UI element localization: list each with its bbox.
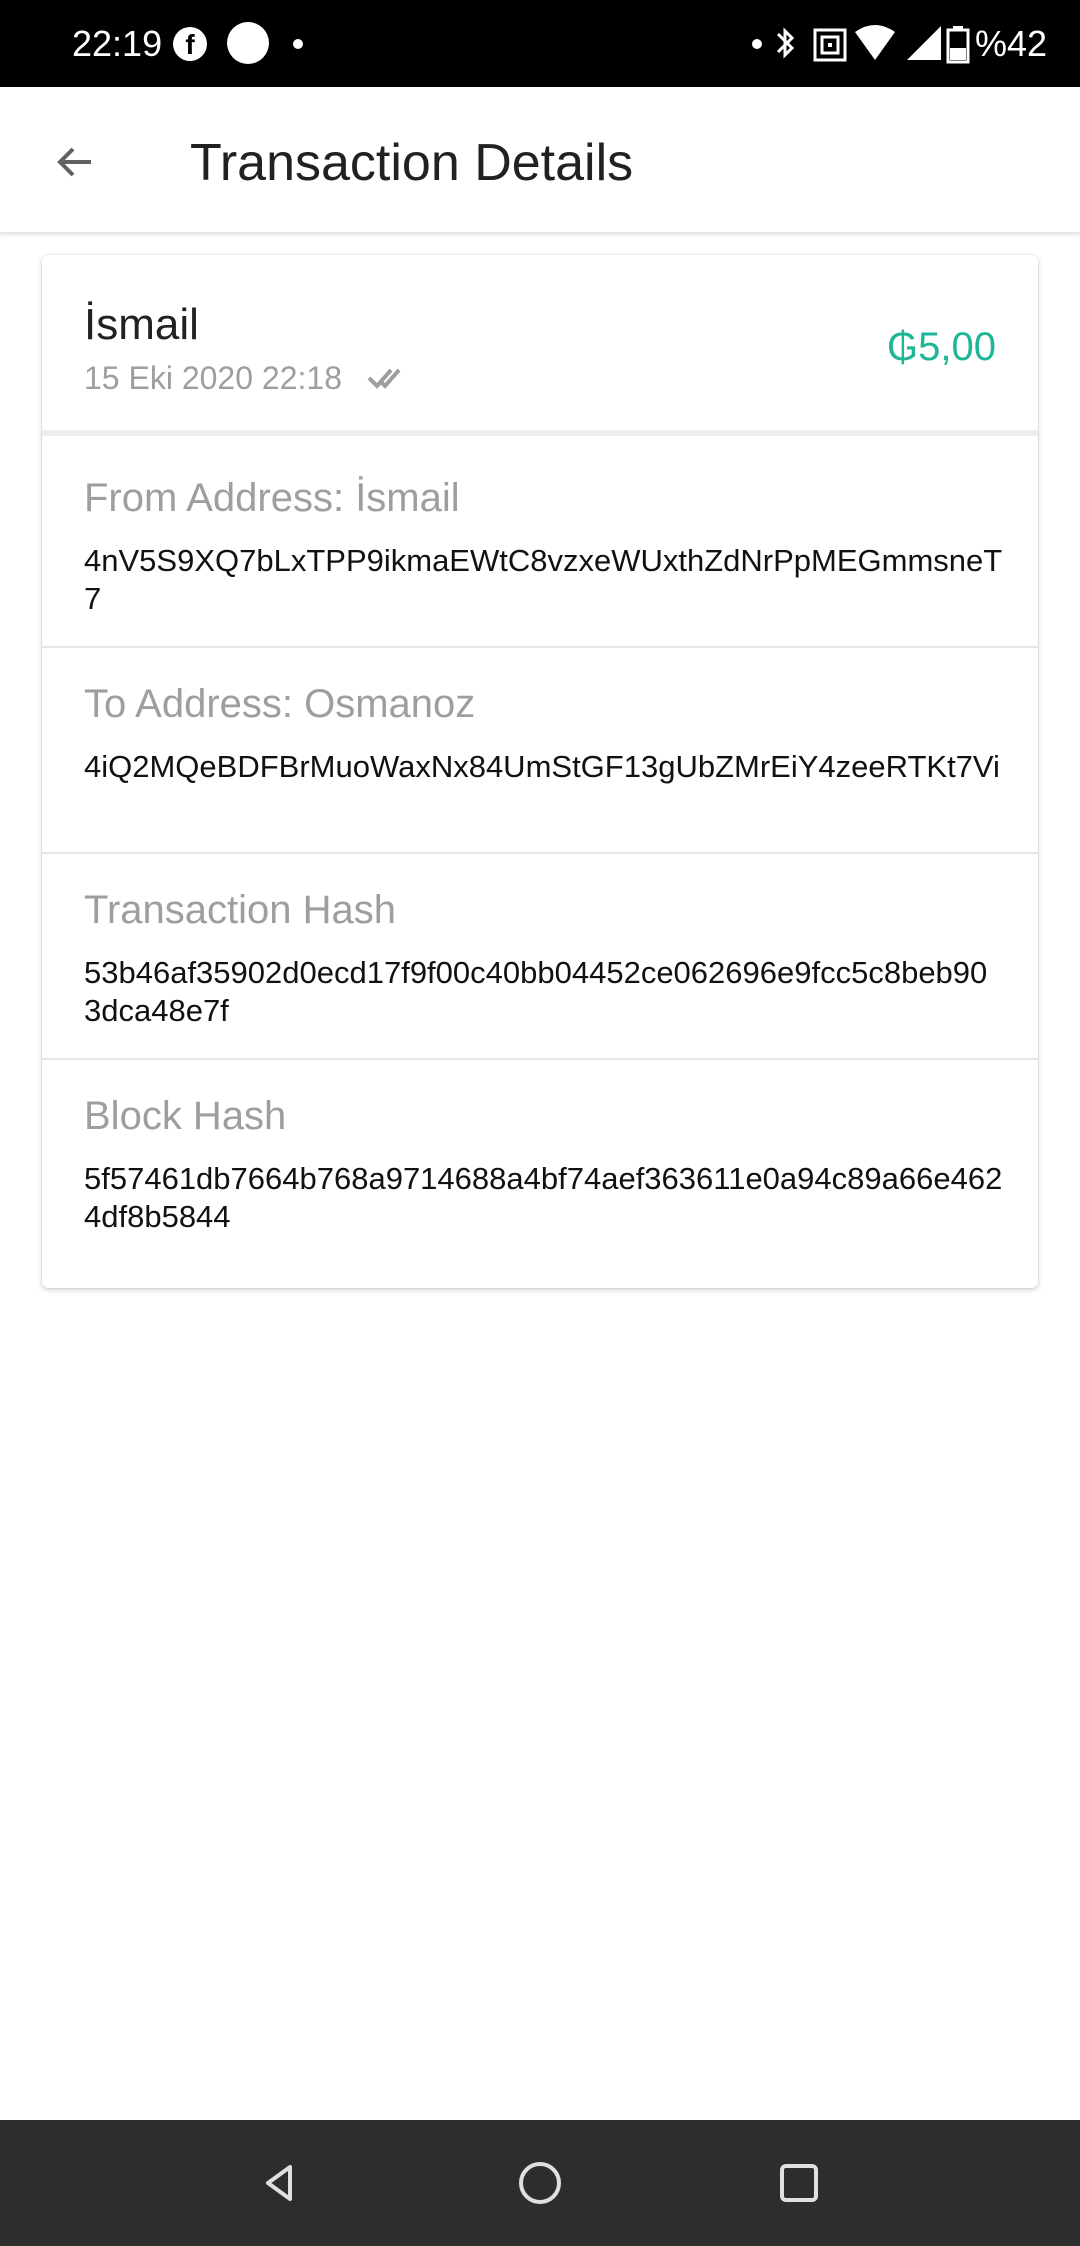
detail-block-hash: Block Hash 5f57461db7664b768a9714688a4bf… [42,1060,1038,1288]
nfc-icon [813,28,847,62]
detail-transaction-hash: Transaction Hash 53b46af35902d0ecd17f9f0… [42,854,1038,1060]
detail-value: 53b46af35902d0ecd17f9f00c40bb04452ce0626… [84,955,988,1028]
transaction-summary: İsmail 15 Eki 2020 22:18 ₲5,00 [42,255,1038,436]
nav-home-button[interactable] [510,2153,570,2213]
dot-icon [293,39,303,49]
detail-from-address: From Address: İsmail 4nV5S9XQ7bLxTPP9ikm… [42,442,1038,648]
page-title: Transaction Details [190,134,634,192]
back-button[interactable] [40,127,110,197]
navigation-bar [0,2120,1080,2246]
detail-value: 5f57461db7664b768a9714688a4bf74aef363611… [84,1161,1003,1234]
double-check-icon [367,368,401,389]
facebook-icon: f [173,27,207,61]
battery-percentage: %42 [975,23,1048,64]
circle-notification-icon [227,22,269,64]
detail-label: To Address: Osmanoz [84,682,476,726]
signal-icon [907,26,941,60]
nav-back-button[interactable] [250,2153,310,2213]
transaction-amount: ₲5,00 [887,325,996,369]
home-circle-icon [519,2162,561,2204]
transaction-card: İsmail 15 Eki 2020 22:18 ₲5,00 From Addr… [42,255,1038,1288]
transaction-date: 15 Eki 2020 22:18 [84,360,342,396]
app-bar: Transaction Details [0,87,1080,234]
recents-square-icon [780,2164,818,2202]
detail-value: 4nV5S9XQ7bLxTPP9ikmaEWtC8vzxeWUxthZdNrPp… [84,543,1003,616]
wifi-icon [855,25,895,60]
detail-label: From Address: İsmail [84,476,460,520]
nav-recents-button[interactable] [769,2153,829,2213]
battery-icon [946,26,970,64]
counterparty-name: İsmail [84,300,199,349]
dot-icon [752,39,762,49]
status-bar: 22:19 f %42 [0,0,1080,87]
detail-label: Block Hash [84,1094,287,1138]
detail-label: Transaction Hash [84,888,396,932]
status-time: 22:19 [72,23,163,64]
detail-to-address: To Address: Osmanoz 4iQ2MQeBDFBrMuoWaxNx… [42,648,1038,854]
arrow-left-icon [57,147,91,177]
back-triangle-icon [266,2165,292,2201]
bluetooth-icon [776,27,795,59]
detail-value: 4iQ2MQeBDFBrMuoWaxNx84UmStGF13gUbZMrEiY4… [84,749,1000,784]
